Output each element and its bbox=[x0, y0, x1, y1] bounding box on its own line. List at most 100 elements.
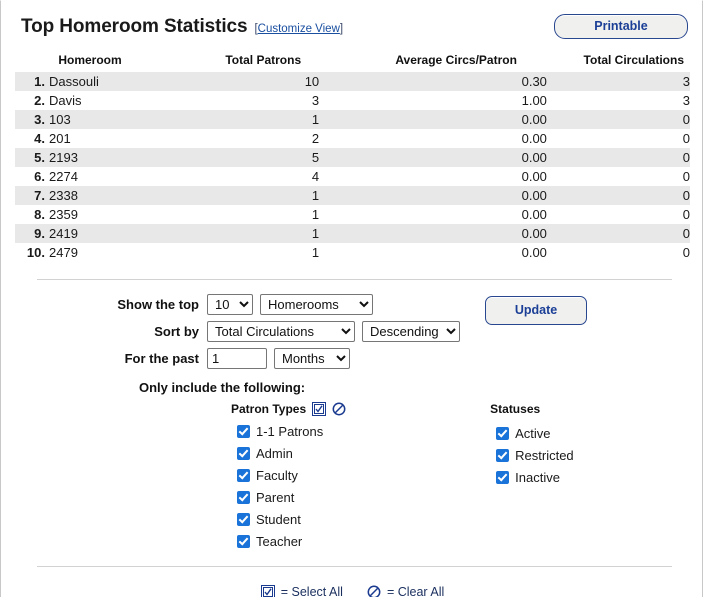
status-item[interactable]: Inactive bbox=[496, 466, 574, 488]
cell-average-circs: 0.00 bbox=[521, 131, 547, 146]
show-top-entity-select[interactable]: HomeroomsPatronsTitles bbox=[260, 294, 373, 315]
table-row: 7. 2338 1 0.00 0 bbox=[15, 186, 690, 205]
cell-homeroom-name: 2193 bbox=[49, 150, 78, 165]
status-item[interactable]: Restricted bbox=[496, 444, 574, 466]
legend: = Select All = Clear All bbox=[15, 585, 690, 597]
for-past-period-select[interactable]: DaysWeeksMonthsYears bbox=[274, 348, 350, 369]
sort-by-label: Sort by bbox=[154, 324, 199, 339]
patron-type-item[interactable]: Teacher bbox=[237, 530, 346, 552]
patron-type-label: Student bbox=[256, 511, 301, 527]
patron-type-item[interactable]: Faculty bbox=[237, 464, 346, 486]
checkbox-checked-icon[interactable] bbox=[237, 512, 250, 526]
table-row: 5. 2193 5 0.00 0 bbox=[15, 148, 690, 167]
cell-homeroom: 4. 201 bbox=[15, 129, 165, 148]
cell-total-patrons: 1 bbox=[165, 224, 320, 243]
section-divider-top bbox=[37, 279, 672, 280]
show-top-row: Show the top 10202550100 HomeroomsPatron… bbox=[15, 294, 690, 315]
checkbox-checked-icon[interactable] bbox=[237, 490, 250, 504]
cell-rank: 6. bbox=[34, 169, 45, 184]
cell-rank: 2. bbox=[34, 93, 45, 108]
patron-types-header: Patron Types bbox=[231, 402, 346, 416]
patron-types-label: Patron Types bbox=[231, 402, 307, 416]
cell-total-circulations: 0 bbox=[546, 224, 690, 243]
status-label: Active bbox=[515, 425, 551, 441]
customize-view-wrapper: [Customize View] bbox=[254, 23, 343, 35]
cell-homeroom: 2. Davis bbox=[15, 91, 165, 110]
legend-clear-all-text: = Clear All bbox=[386, 585, 445, 597]
cell-total-circulations: 3 bbox=[682, 93, 690, 108]
sort-by-row: Sort by Total CirculationsTotal PatronsA… bbox=[15, 321, 690, 342]
sort-by-select[interactable]: Total CirculationsTotal PatronsAverage C… bbox=[207, 321, 355, 342]
patron-type-label: Teacher bbox=[256, 533, 303, 549]
cell-homeroom: 10. 2479 bbox=[15, 243, 165, 262]
cell-homeroom: 6. 2274 bbox=[15, 167, 165, 186]
patron-type-item[interactable]: Admin bbox=[237, 442, 346, 464]
table-row: 3. 103 1 0.00 0 bbox=[15, 110, 690, 129]
cell-homeroom: 3. 103 bbox=[15, 110, 165, 129]
cell-total-patrons: 1 bbox=[311, 245, 320, 260]
table-row: 10. 2479 1 0.00 0 bbox=[15, 243, 690, 262]
patron-type-label: Parent bbox=[256, 489, 295, 505]
cell-rank: 5. bbox=[34, 150, 45, 165]
statuses-header: Statuses bbox=[490, 402, 574, 416]
checkbox-checked-icon[interactable] bbox=[237, 424, 250, 438]
cell-average-circs: 1.00 bbox=[521, 93, 547, 108]
for-past-row: For the past DaysWeeksMonthsYears bbox=[15, 348, 690, 369]
cell-homeroom-name: 103 bbox=[49, 112, 71, 127]
cell-rank: 9. bbox=[34, 226, 45, 241]
status-item[interactable]: Active bbox=[496, 422, 574, 444]
for-past-label: For the past bbox=[124, 351, 199, 366]
cell-total-circulations: 0 bbox=[546, 186, 690, 205]
show-top-count-select[interactable]: 10202550100 bbox=[207, 294, 253, 315]
printable-button[interactable]: Printable bbox=[554, 14, 688, 39]
update-button[interactable]: Update bbox=[485, 296, 587, 325]
show-top-label: Show the top bbox=[117, 297, 199, 312]
patron-type-item[interactable]: 1-1 Patrons bbox=[237, 420, 346, 442]
select-all-icon[interactable] bbox=[312, 402, 327, 416]
table-row: 9. 2419 1 0.00 0 bbox=[15, 224, 690, 243]
cell-rank: 3. bbox=[34, 112, 45, 127]
clear-all-legend-icon bbox=[367, 585, 381, 597]
cell-average-circs: 0.30 bbox=[319, 72, 547, 91]
cell-total-circulations: 3 bbox=[546, 72, 690, 91]
checkbox-checked-icon[interactable] bbox=[496, 426, 510, 440]
cell-total-patrons: 1 bbox=[165, 110, 320, 129]
cell-homeroom: 8. 2359 bbox=[15, 205, 165, 224]
checkbox-checked-icon[interactable] bbox=[496, 470, 510, 484]
cell-homeroom-name: 2338 bbox=[49, 188, 78, 203]
patron-types-list: 1-1 Patrons Admin Faculty Parent Student Teac… bbox=[233, 420, 346, 552]
checkbox-checked-icon[interactable] bbox=[237, 534, 250, 548]
cell-total-patrons: 4 bbox=[311, 169, 320, 184]
page-header: Top Homeroom Statistics [Customize View]… bbox=[15, 1, 690, 39]
cell-homeroom-name: 201 bbox=[49, 131, 71, 146]
cell-rank: 1. bbox=[34, 74, 45, 89]
column-header-average-circs: Average Circs/Patron bbox=[395, 53, 517, 67]
patron-type-item[interactable]: Parent bbox=[237, 486, 346, 508]
patron-type-label: Admin bbox=[256, 445, 293, 461]
homeroom-statistics-table: Homeroom Total Patrons Average Circs/Pat… bbox=[15, 53, 690, 262]
clear-all-icon[interactable] bbox=[332, 402, 346, 416]
cell-rank: 10. bbox=[26, 245, 45, 260]
cell-rank: 8. bbox=[34, 207, 45, 222]
cell-total-circulations: 0 bbox=[682, 245, 690, 260]
cell-average-circs: 0.00 bbox=[521, 245, 547, 260]
cell-homeroom-name: 2419 bbox=[49, 226, 78, 241]
status-label: Inactive bbox=[515, 469, 560, 485]
legend-select-all-text: = Select All bbox=[280, 585, 343, 597]
checkbox-checked-icon[interactable] bbox=[237, 468, 250, 482]
checkbox-checked-icon[interactable] bbox=[237, 446, 250, 460]
patron-type-item[interactable]: Student bbox=[237, 508, 346, 530]
cell-homeroom-name: 2479 bbox=[49, 245, 78, 260]
column-header-total-patrons: Total Patrons bbox=[225, 53, 302, 67]
sort-direction-select[interactable]: DescendingAscending bbox=[362, 321, 460, 342]
cell-average-circs: 0.00 bbox=[521, 169, 547, 184]
for-past-input[interactable] bbox=[207, 348, 267, 369]
table-body: 1. Dassouli 10 0.30 3 2. Davis 3 1.00 3 3. 103 1 0.00… bbox=[15, 72, 690, 262]
cell-homeroom-name: 2274 bbox=[49, 169, 78, 184]
patron-types-group: Patron Types 1-1 Patrons Admin Faculty Pare… bbox=[231, 402, 346, 552]
cell-average-circs: 0.00 bbox=[319, 110, 547, 129]
cell-homeroom-name: Davis bbox=[49, 93, 82, 108]
bracket-close: ] bbox=[339, 22, 344, 35]
customize-view-link[interactable]: Customize View bbox=[258, 23, 340, 35]
checkbox-checked-icon[interactable] bbox=[496, 448, 510, 462]
